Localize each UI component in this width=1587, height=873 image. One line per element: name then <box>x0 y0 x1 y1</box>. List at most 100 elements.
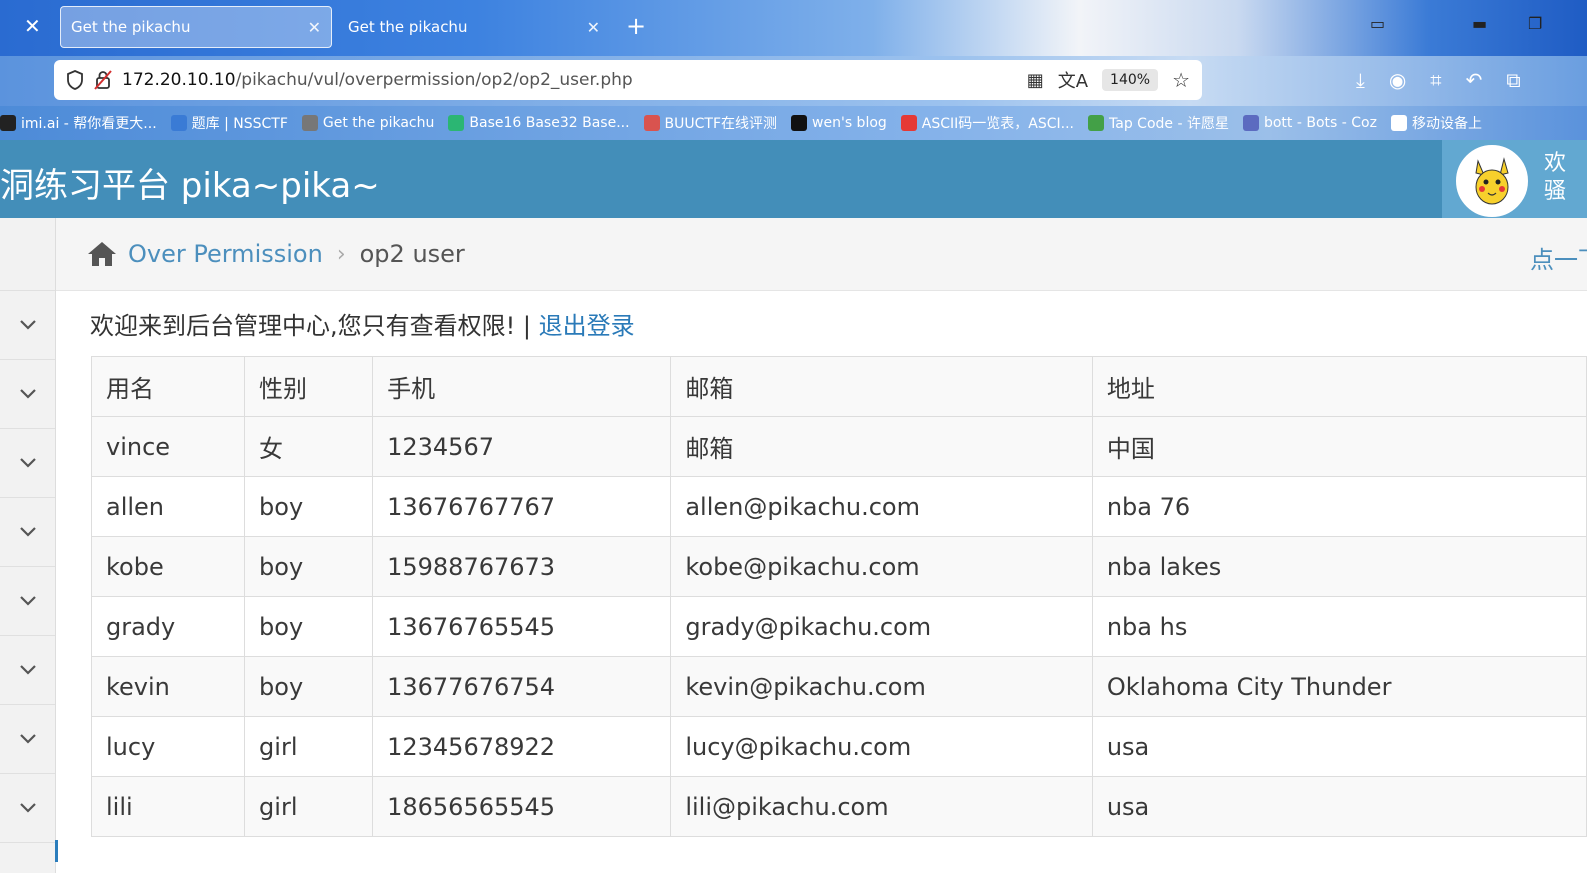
site-title: 洞练习平台 pika~pika~ <box>0 166 380 206</box>
browser-tab-bar: ✕ Get the pikachu ✕ Get the pikachu ✕ + … <box>0 0 1587 56</box>
tab-close-icon[interactable]: ✕ <box>308 18 321 37</box>
table-cell: Oklahoma City Thunder <box>1091 656 1587 717</box>
bookmark-item[interactable]: imi.ai - 帮你看更大... <box>0 113 157 133</box>
table-cell: 13676765545 <box>372 596 672 657</box>
table-cell: usa <box>1091 716 1587 777</box>
bookmark-item[interactable]: Base16 Base32 Base... <box>448 115 630 131</box>
address-bar[interactable]: 172.20.10.10/pikachu/vul/overpermission/… <box>54 60 1202 100</box>
table-cell: boy <box>244 476 374 537</box>
user-greeting-line2: 骚 <box>1544 179 1567 204</box>
column-header: 性别 <box>244 356 374 417</box>
undo-icon[interactable]: ↶ <box>1466 68 1483 92</box>
shield-icon <box>67 70 83 90</box>
mobile-icon <box>1390 115 1407 131</box>
bookmark-item[interactable]: Get the pikachu <box>301 115 434 131</box>
bookmark-label: Base16 Base32 Base... <box>469 115 630 131</box>
account-icon[interactable]: ◉ <box>1389 68 1406 92</box>
chevron-down-icon <box>19 596 36 606</box>
bot-icon <box>1242 115 1259 131</box>
table-row: kevin boy 13677676754 kevin@pikachu.com Okla… <box>90 656 1587 717</box>
tab-title: Get the pikachu <box>71 18 191 36</box>
bookmark-item[interactable]: wen's blog <box>791 115 887 131</box>
table-cell: 13676767767 <box>372 476 672 537</box>
table-cell: grady <box>90 596 246 657</box>
sidebar-item[interactable] <box>0 429 55 498</box>
chevron-down-icon <box>19 665 36 675</box>
table-cell: nba hs <box>1091 596 1587 657</box>
table-row: kobe boy 15988767673 kobe@pikachu.com nba la… <box>90 536 1587 597</box>
buuctf-icon <box>643 115 660 131</box>
table-cell: 女 <box>244 416 374 477</box>
bookmark-item[interactable]: ASCII码一览表，ASCI... <box>900 113 1074 133</box>
browser-nav-bar: 172.20.10.10/pikachu/vul/overpermission/… <box>0 56 1587 106</box>
bookmark-label: wen's blog <box>812 115 887 131</box>
sidebar-item[interactable] <box>0 360 55 429</box>
table-cell: nba lakes <box>1091 536 1587 597</box>
breadcrumb: Over Permission › op2 user 点一下提示 <box>56 218 1587 291</box>
avatar[interactable] <box>1456 145 1528 217</box>
t-icon <box>448 115 465 131</box>
user-area[interactable]: 欢 骚 <box>1442 140 1587 218</box>
sidebar-item[interactable] <box>0 291 55 360</box>
table-cell: lili@pikachu.com <box>670 776 1093 837</box>
user-greeting-line1: 欢 <box>1544 151 1567 176</box>
download-icon[interactable]: ⤓ <box>1356 68 1365 92</box>
hint-link[interactable]: 点一下提示 <box>1530 240 1587 275</box>
chevron-down-icon <box>19 803 36 813</box>
bookmark-star-icon[interactable]: ☆ <box>1172 68 1190 92</box>
chevron-right-icon: › <box>336 241 346 267</box>
bookmark-item[interactable]: Tap Code - 许愿星 <box>1088 113 1229 133</box>
table-cell: 12345678922 <box>372 716 672 777</box>
table-cell: allen@pikachu.com <box>670 476 1093 537</box>
logout-link[interactable]: 退出登录 <box>539 312 635 340</box>
new-tab-icon[interactable]: + <box>626 12 646 40</box>
tab-active[interactable]: Get the pikachu ✕ <box>60 6 332 48</box>
table-cell: lucy <box>90 716 246 777</box>
table-cell: usa <box>1091 776 1587 837</box>
close-icon[interactable]: ✕ <box>24 14 41 38</box>
tab-inactive[interactable]: Get the pikachu ✕ <box>338 6 610 48</box>
sidebar-item[interactable] <box>0 774 55 843</box>
welcome-message: 欢迎来到后台管理中心,您只有查看权限! | <box>90 312 539 340</box>
chevron-down-icon <box>19 320 36 330</box>
sidebar-item[interactable] <box>0 705 55 774</box>
kimi-icon <box>0 115 16 131</box>
bookmark-item[interactable]: 题库 | NSSCTF <box>170 113 288 133</box>
table-cell: kobe@pikachu.com <box>670 536 1093 597</box>
table-cell: kevin <box>90 656 246 717</box>
translate-icon[interactable]: 文A <box>1058 67 1088 93</box>
table-row: vince 女 1234567 邮箱 中国 <box>90 416 1587 477</box>
table-cell: boy <box>244 596 374 657</box>
bookmark-label: bott - Bots - Coz <box>1263 115 1377 131</box>
nssctf-icon <box>170 115 187 131</box>
bookmark-item[interactable]: BUUCTF在线评测 <box>643 113 777 133</box>
bookmarks-bar: imi.ai - 帮你看更大... 题库 | NSSCTF Get the pika… <box>0 106 1587 140</box>
bookmark-item[interactable]: 移动设备上 <box>1390 113 1482 133</box>
sidebar-item[interactable] <box>0 498 55 567</box>
home-icon[interactable] <box>86 240 118 268</box>
url-host: 172.20.10.10 <box>122 70 236 90</box>
sidebar-top <box>0 218 55 291</box>
table-cell: vince <box>90 416 246 477</box>
sidebar-item[interactable] <box>0 567 55 636</box>
restore-icon[interactable]: ❐ <box>1528 14 1542 33</box>
extensions-icon[interactable]: ⧉ <box>1506 68 1520 92</box>
table-row: grady boy 13676765545 grady@pikachu.com nba … <box>90 596 1587 657</box>
table-cell: 15988767673 <box>372 536 672 597</box>
globe-icon <box>301 115 318 131</box>
table-cell: 邮箱 <box>670 416 1093 477</box>
minimize-icon[interactable]: ▬ <box>1472 14 1487 33</box>
sidebar-item[interactable] <box>0 636 55 705</box>
crop-icon[interactable]: ⌗ <box>1430 68 1441 92</box>
table-cell: lili <box>90 776 246 837</box>
table-cell: 1234567 <box>372 416 672 477</box>
column-header: 地址 <box>1091 356 1587 417</box>
qr-code-icon[interactable]: ▦ <box>1027 70 1044 91</box>
tab-list-icon[interactable]: ▭ <box>1370 14 1385 33</box>
table-row: lucy girl 12345678922 lucy@pikachu.com usa <box>90 716 1587 777</box>
url-text: 172.20.10.10/pikachu/vul/overpermission/… <box>122 70 633 90</box>
breadcrumb-section-link[interactable]: Over Permission <box>128 240 323 268</box>
zoom-level[interactable]: 140% <box>1102 69 1159 91</box>
tab-close-icon[interactable]: ✕ <box>587 18 600 37</box>
bookmark-item[interactable]: bott - Bots - Coz <box>1242 115 1377 131</box>
